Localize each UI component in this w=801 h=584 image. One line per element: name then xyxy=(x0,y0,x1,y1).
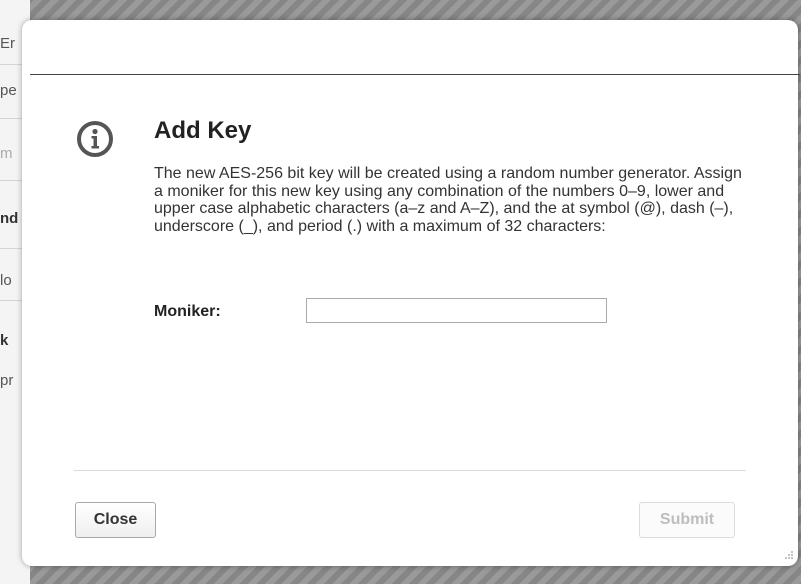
background-text-fragment: k xyxy=(0,332,9,349)
dialog-description: The new AES-256 bit key will be created … xyxy=(154,165,742,235)
footer-divider xyxy=(74,470,746,471)
background-text-fragment: pr xyxy=(0,372,14,389)
add-key-dialog: Add Key The new AES-256 bit key will be … xyxy=(22,20,800,566)
background-text-fragment: m xyxy=(0,145,13,162)
info-icon xyxy=(77,121,113,157)
moniker-label: Moniker: xyxy=(154,303,221,320)
dialog-title: Add Key xyxy=(154,117,252,144)
header-divider xyxy=(30,74,800,75)
background-text-fragment: nd xyxy=(0,210,19,227)
submit-button[interactable]: Submit xyxy=(639,502,735,538)
resize-grip-icon[interactable] xyxy=(780,548,794,562)
background-text-fragment: lo xyxy=(0,272,12,289)
background-text-fragment: Er xyxy=(0,35,15,52)
background-text-fragment: pe xyxy=(0,82,17,99)
close-button[interactable]: Close xyxy=(75,502,156,538)
moniker-input[interactable] xyxy=(306,298,607,323)
